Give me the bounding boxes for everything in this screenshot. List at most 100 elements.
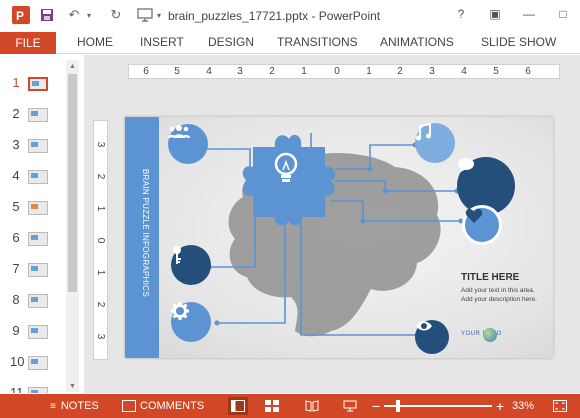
status-bar: ≡ NOTES COMMENTS − + 33% <box>0 394 580 418</box>
slide-thumbnail[interactable]: 10 <box>0 348 64 379</box>
heart-icon[interactable] <box>462 205 502 245</box>
svg-text:P: P <box>16 9 24 23</box>
minimize-button[interactable]: — <box>512 0 546 28</box>
slideshow-view-icon[interactable] <box>340 397 360 415</box>
slide-thumbnail[interactable]: 4 <box>0 162 64 193</box>
ruler-tick: 4 <box>206 66 212 77</box>
ruler-tick: 1 <box>366 66 372 77</box>
slide-thumbnail-image[interactable] <box>28 232 48 246</box>
zoom-in-button[interactable]: + <box>496 394 504 418</box>
slide-sorter-view-icon[interactable] <box>262 397 282 415</box>
ruler-tick: 6 <box>143 66 149 77</box>
ruler-tick: 5 <box>174 66 180 77</box>
gear-icon[interactable] <box>171 302 211 342</box>
help-button[interactable]: ? <box>444 0 478 28</box>
slide-number: 9 <box>12 323 20 338</box>
slideshow-from-start-icon[interactable] <box>136 6 154 24</box>
tab-home[interactable]: HOME <box>77 35 113 49</box>
slide-number: 6 <box>12 230 20 245</box>
slide-vertical-title: BRAIN PUZZLE INFOGRAPHICS <box>141 169 150 297</box>
slide-number: 4 <box>12 168 20 183</box>
slide-thumbnail[interactable]: 8 <box>0 286 64 317</box>
fit-slide-to-window-icon[interactable] <box>550 397 570 415</box>
music-note-icon[interactable] <box>415 123 455 163</box>
ruler-tick: 2 <box>95 301 106 308</box>
ribbon-tabs: FILE HOME INSERT DESIGN TRANSITIONS ANIM… <box>0 32 580 54</box>
notes-button[interactable]: ≡ NOTES <box>50 394 99 418</box>
tab-slide-show[interactable]: SLIDE SHOW <box>481 35 556 49</box>
slide-heading[interactable]: TITLE HERE <box>461 272 519 283</box>
ruler-tick: 5 <box>493 66 499 77</box>
lightbulb-icon <box>273 152 303 192</box>
scroll-down-icon[interactable]: ▼ <box>66 380 79 392</box>
scrollbar-thumb[interactable] <box>68 74 77 292</box>
slide-thumbnail-image[interactable] <box>28 294 48 308</box>
ruler-tick: 3 <box>237 66 243 77</box>
ruler-tick: 1 <box>95 269 106 276</box>
ruler-tick: 0 <box>95 237 106 244</box>
slide-thumbnail-image[interactable] <box>28 387 48 393</box>
slide-number: 8 <box>12 292 20 307</box>
slide-canvas[interactable]: BRAIN PUZZLE INFOGRAPHICS TITLE HERE Add… <box>125 117 553 358</box>
slide-thumbnail-image[interactable] <box>28 356 48 370</box>
save-icon[interactable] <box>38 6 56 24</box>
tab-transitions[interactable]: TRANSITIONS <box>277 35 358 49</box>
slide-thumbnail-image[interactable] <box>28 263 48 277</box>
zoom-level[interactable]: 33% <box>512 394 534 418</box>
tab-design[interactable]: DESIGN <box>208 35 254 49</box>
reading-view-icon[interactable] <box>302 397 322 415</box>
people-icon[interactable] <box>168 124 208 164</box>
undo-dropdown-icon[interactable]: ▾ <box>84 6 94 24</box>
redo-icon[interactable]: ↻ <box>108 6 124 24</box>
scroll-up-icon[interactable]: ▲ <box>66 60 79 72</box>
notes-label: NOTES <box>60 400 99 412</box>
tab-file[interactable]: FILE <box>0 32 56 54</box>
slide-description[interactable]: Add your text in this area. Add your des… <box>461 286 541 304</box>
ruler-tick: 6 <box>525 66 531 77</box>
slide-thumbnail-image[interactable] <box>28 77 48 91</box>
slide-thumbnail[interactable]: 7 <box>0 255 64 286</box>
thumbnail-scrollbar[interactable]: ▲ ▼ <box>66 60 79 392</box>
ribbon-display-options-button[interactable]: ▣ <box>478 0 512 28</box>
globe-logo-icon <box>483 328 497 342</box>
zoom-slider-track[interactable] <box>384 405 492 407</box>
maximize-button[interactable]: □ <box>546 0 580 28</box>
tab-animations[interactable]: ANIMATIONS <box>380 35 454 49</box>
vertical-ruler: 3 2 1 0 1 2 3 <box>93 120 108 360</box>
slide-thumbnail[interactable]: 1 <box>0 69 64 100</box>
customize-qat-icon[interactable]: ▾ <box>154 6 164 24</box>
ruler-tick: 4 <box>461 66 467 77</box>
slide-thumbnail-image[interactable] <box>28 170 48 184</box>
slide-thumbnail[interactable]: 2 <box>0 100 64 131</box>
slide-thumbnail[interactable]: 3 <box>0 131 64 162</box>
comments-button[interactable]: COMMENTS <box>122 394 204 418</box>
ruler-tick: 3 <box>429 66 435 77</box>
slide-thumbnail-image[interactable] <box>28 108 48 122</box>
window-title: brain_puzzles_17721.pptx - PowerPoint <box>168 9 381 23</box>
slide-thumbnail[interactable]: 9 <box>0 317 64 348</box>
slide-thumbnail-image[interactable] <box>28 325 48 339</box>
key-icon[interactable] <box>171 245 211 285</box>
zoom-out-button[interactable]: − <box>372 394 380 418</box>
undo-icon[interactable]: ↶ <box>66 6 82 24</box>
slide-title-bar: BRAIN PUZZLE INFOGRAPHICS <box>125 117 159 358</box>
tab-insert[interactable]: INSERT <box>140 35 184 49</box>
ruler-tick: 2 <box>397 66 403 77</box>
ruler-tick: 3 <box>95 141 106 148</box>
powerpoint-logo-icon: P <box>12 6 30 24</box>
slide-thumbnail-image[interactable] <box>28 139 48 153</box>
eye-icon[interactable] <box>415 320 449 354</box>
slide-thumbnail[interactable]: 6 <box>0 224 64 255</box>
slide-number: 7 <box>12 261 20 276</box>
slide-thumbnail[interactable]: 11 <box>0 379 64 393</box>
slide-thumbnail[interactable]: 5 <box>0 193 64 224</box>
title-bar: P ↶ ▾ ↻ ▾ brain_puzzles_17721.pptx - Pow… <box>0 0 580 32</box>
slide-thumbnail-image[interactable] <box>28 201 48 215</box>
ruler-tick: 1 <box>95 205 106 212</box>
slide-number: 5 <box>12 199 20 214</box>
normal-view-icon[interactable] <box>228 397 248 415</box>
comments-label: COMMENTS <box>140 400 205 412</box>
zoom-slider-thumb[interactable] <box>396 400 400 412</box>
slide-number: 11 <box>10 385 24 393</box>
slide-number: 3 <box>12 137 20 152</box>
